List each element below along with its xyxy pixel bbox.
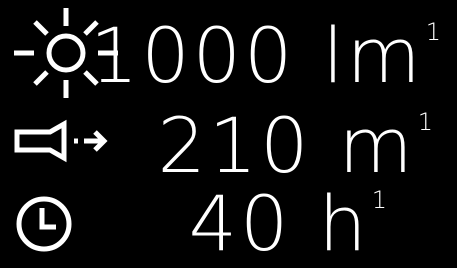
- spec-row-beam-distance: 210 m1: [0, 104, 457, 184]
- runtime-number: 40: [188, 179, 292, 268]
- runtime-value: 40 h1: [189, 186, 387, 262]
- brightness-unit: lm: [295, 11, 423, 100]
- spec-row-brightness: 1000 lm1: [0, 0, 457, 100]
- beam-distance-value: 210 m1: [157, 108, 433, 184]
- brightness-number: 1000: [89, 11, 296, 100]
- beam-distance-number: 210: [157, 101, 312, 190]
- brightness-value: 1000 lm1: [90, 18, 441, 94]
- beam-distance-unit: m: [312, 101, 416, 190]
- spec-row-runtime: 40 h1: [0, 184, 457, 262]
- brightness-footnote: 1: [425, 18, 441, 46]
- runtime-unit: h: [291, 179, 369, 268]
- flashlight-beam-icon: [14, 118, 114, 168]
- clock-icon: [14, 194, 74, 254]
- runtime-footnote: 1: [371, 186, 387, 214]
- beam-distance-unit-text: m: [338, 101, 416, 190]
- beam-distance-footnote: 1: [417, 108, 433, 136]
- runtime-unit-text: h: [318, 179, 370, 268]
- brightness-unit-text: lm: [322, 11, 424, 100]
